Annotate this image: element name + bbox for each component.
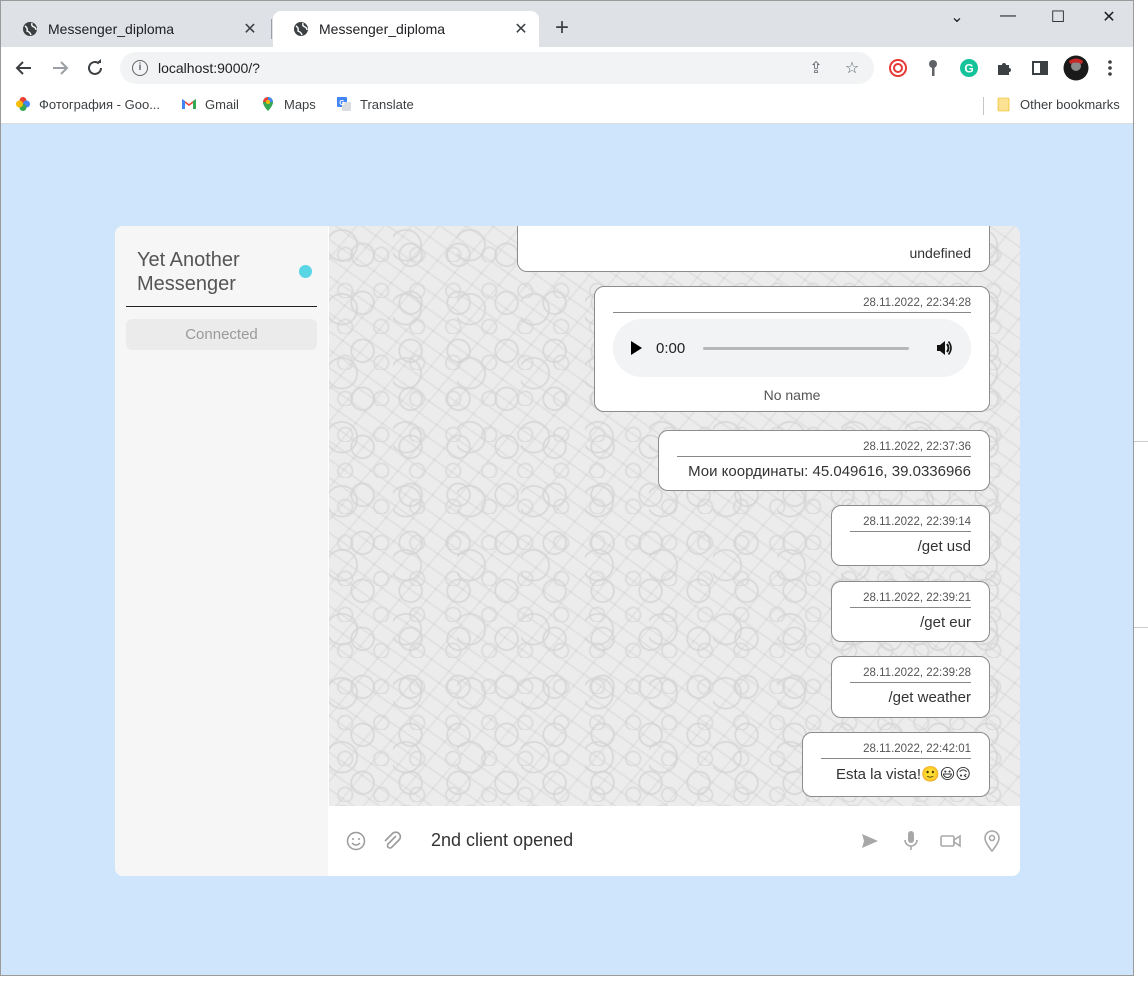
- message-time: 28.11.2022, 22:42:01: [821, 742, 971, 759]
- audio-progress-slider[interactable]: [703, 346, 909, 350]
- message-bubble: 28.11.2022, 22:37:36 Мои координаты: 45.…: [658, 430, 990, 491]
- message-bubble: 28.11.2022, 22:42:01 Esta la vista!🙂😃🙃: [802, 732, 990, 797]
- message-bubble: 28.11.2022, 22:39:14 /get usd: [831, 505, 990, 566]
- google-photos-icon: [16, 97, 30, 111]
- title-underline: [126, 306, 317, 307]
- close-window-icon[interactable]: ✕: [1086, 7, 1132, 29]
- audio-time: 0:00: [656, 339, 686, 357]
- extension-target-icon[interactable]: [887, 57, 909, 79]
- bookmark-maps[interactable]: Maps: [260, 96, 316, 112]
- browser-window: Messenger_diploma ✕ Messenger_diploma ✕ …: [0, 0, 1134, 976]
- send-icon[interactable]: [859, 830, 881, 852]
- tab-messenger-1[interactable]: Messenger_diploma ✕: [2, 11, 268, 47]
- audio-message-bubble: 28.11.2022, 22:34:28 0:00 No name: [594, 286, 990, 412]
- forward-icon[interactable]: [48, 56, 72, 80]
- side-panel-icon[interactable]: [1029, 57, 1051, 79]
- close-tab-icon[interactable]: ✕: [242, 19, 258, 39]
- message-time: 28.11.2022, 22:39:28: [850, 666, 971, 683]
- bookmark-translate[interactable]: G Translate: [336, 96, 414, 112]
- gmail-icon: [182, 99, 196, 109]
- bookmarks-bar: Фотография - Goo... Gmail Maps G Transla…: [1, 89, 1133, 124]
- address-bar[interactable]: i localhost:9000/? ⇪ ☆: [120, 52, 874, 84]
- translate-icon: G: [337, 97, 351, 111]
- other-bookmarks-label: Other bookmarks: [1020, 96, 1120, 112]
- message-text: Мои координаты: 45.049616, 39.0336966: [688, 463, 971, 480]
- bookmark-label: Maps: [284, 96, 316, 112]
- message-composer: [329, 806, 1020, 876]
- svg-text:G: G: [339, 100, 345, 107]
- folder-icon: [997, 97, 1010, 112]
- connection-status-button[interactable]: Connected: [126, 319, 317, 350]
- message-input[interactable]: [431, 830, 831, 851]
- extensions-puzzle-icon[interactable]: [993, 57, 1015, 79]
- browser-menu-icon[interactable]: [1099, 57, 1121, 79]
- message-time: 28.11.2022, 22:39:14: [850, 515, 971, 532]
- bookmark-label: Translate: [360, 96, 414, 112]
- reload-icon[interactable]: [83, 56, 107, 80]
- browser-toolbar: i localhost:9000/? ⇪ ☆ G: [1, 47, 1133, 89]
- back-icon[interactable]: [12, 56, 36, 80]
- new-tab-icon[interactable]: +: [549, 15, 575, 41]
- svg-text:G: G: [964, 62, 973, 76]
- bookmarks-divider: [983, 97, 984, 115]
- bookmark-google-photos[interactable]: Фотография - Goo...: [15, 96, 160, 112]
- other-bookmarks[interactable]: Other bookmarks: [996, 96, 1120, 112]
- message-text: /get eur: [920, 614, 971, 631]
- message-time: 28.11.2022, 22:34:28: [613, 296, 971, 313]
- tab-title: Messenger_diploma: [319, 21, 446, 37]
- globe-icon: [294, 22, 308, 36]
- url-text: localhost:9000/?: [158, 60, 260, 76]
- message-bubble: 28.11.2022, 22:39:28 /get weather: [831, 656, 990, 718]
- grammarly-icon[interactable]: G: [958, 57, 980, 79]
- maps-icon: [263, 97, 273, 111]
- messenger-app: Yet Another Messenger Connected undefine…: [115, 226, 1020, 876]
- location-icon[interactable]: [981, 830, 1003, 852]
- play-icon[interactable]: [631, 341, 642, 355]
- profile-avatar-icon[interactable]: [1063, 55, 1089, 81]
- attach-icon[interactable]: [381, 830, 403, 852]
- emoji-icon[interactable]: [345, 830, 367, 852]
- message-bubble: undefined: [517, 226, 990, 272]
- message-bubble: 28.11.2022, 22:39:21 /get eur: [831, 581, 990, 642]
- maximize-icon[interactable]: ☐: [1035, 7, 1081, 29]
- volume-icon[interactable]: [935, 339, 953, 357]
- audio-name: No name: [763, 387, 821, 403]
- close-tab-icon[interactable]: ✕: [513, 19, 529, 39]
- message-text: Esta la vista!🙂😃🙃: [836, 766, 971, 783]
- video-icon[interactable]: [940, 830, 962, 852]
- share-icon[interactable]: ⇪: [802, 58, 830, 78]
- tab-divider: [271, 19, 272, 39]
- message-text: undefined: [909, 245, 971, 261]
- extension-key-icon[interactable]: [922, 57, 944, 79]
- tab-strip: Messenger_diploma ✕ Messenger_diploma ✕ …: [1, 1, 1133, 47]
- message-text: /get weather: [888, 689, 971, 706]
- connection-status-dot: [299, 265, 312, 278]
- bookmark-label: Gmail: [205, 96, 239, 112]
- bookmark-label: Фотография - Goo...: [39, 96, 161, 112]
- tab-search-icon[interactable]: ⌄: [934, 7, 980, 29]
- audio-player: 0:00: [613, 319, 971, 377]
- minimize-icon[interactable]: —: [985, 7, 1031, 29]
- tab-title: Messenger_diploma: [48, 21, 175, 37]
- tab-messenger-2[interactable]: Messenger_diploma ✕: [273, 11, 539, 47]
- bookmark-star-icon[interactable]: ☆: [838, 58, 866, 78]
- bookmark-gmail[interactable]: Gmail: [181, 96, 239, 112]
- globe-icon: [23, 22, 37, 36]
- app-title: Yet Another Messenger: [137, 249, 240, 295]
- site-info-icon[interactable]: i: [132, 60, 148, 76]
- message-time: 28.11.2022, 22:37:36: [677, 440, 971, 457]
- message-time: 28.11.2022, 22:39:21: [850, 591, 971, 608]
- microphone-icon[interactable]: [900, 830, 922, 852]
- sidebar: Yet Another Messenger Connected: [115, 226, 328, 876]
- page-edge: [1134, 0, 1148, 992]
- chat-messages[interactable]: undefined 28.11.2022, 22:34:28 0:00 No n…: [329, 226, 1020, 806]
- message-text: /get usd: [917, 538, 971, 555]
